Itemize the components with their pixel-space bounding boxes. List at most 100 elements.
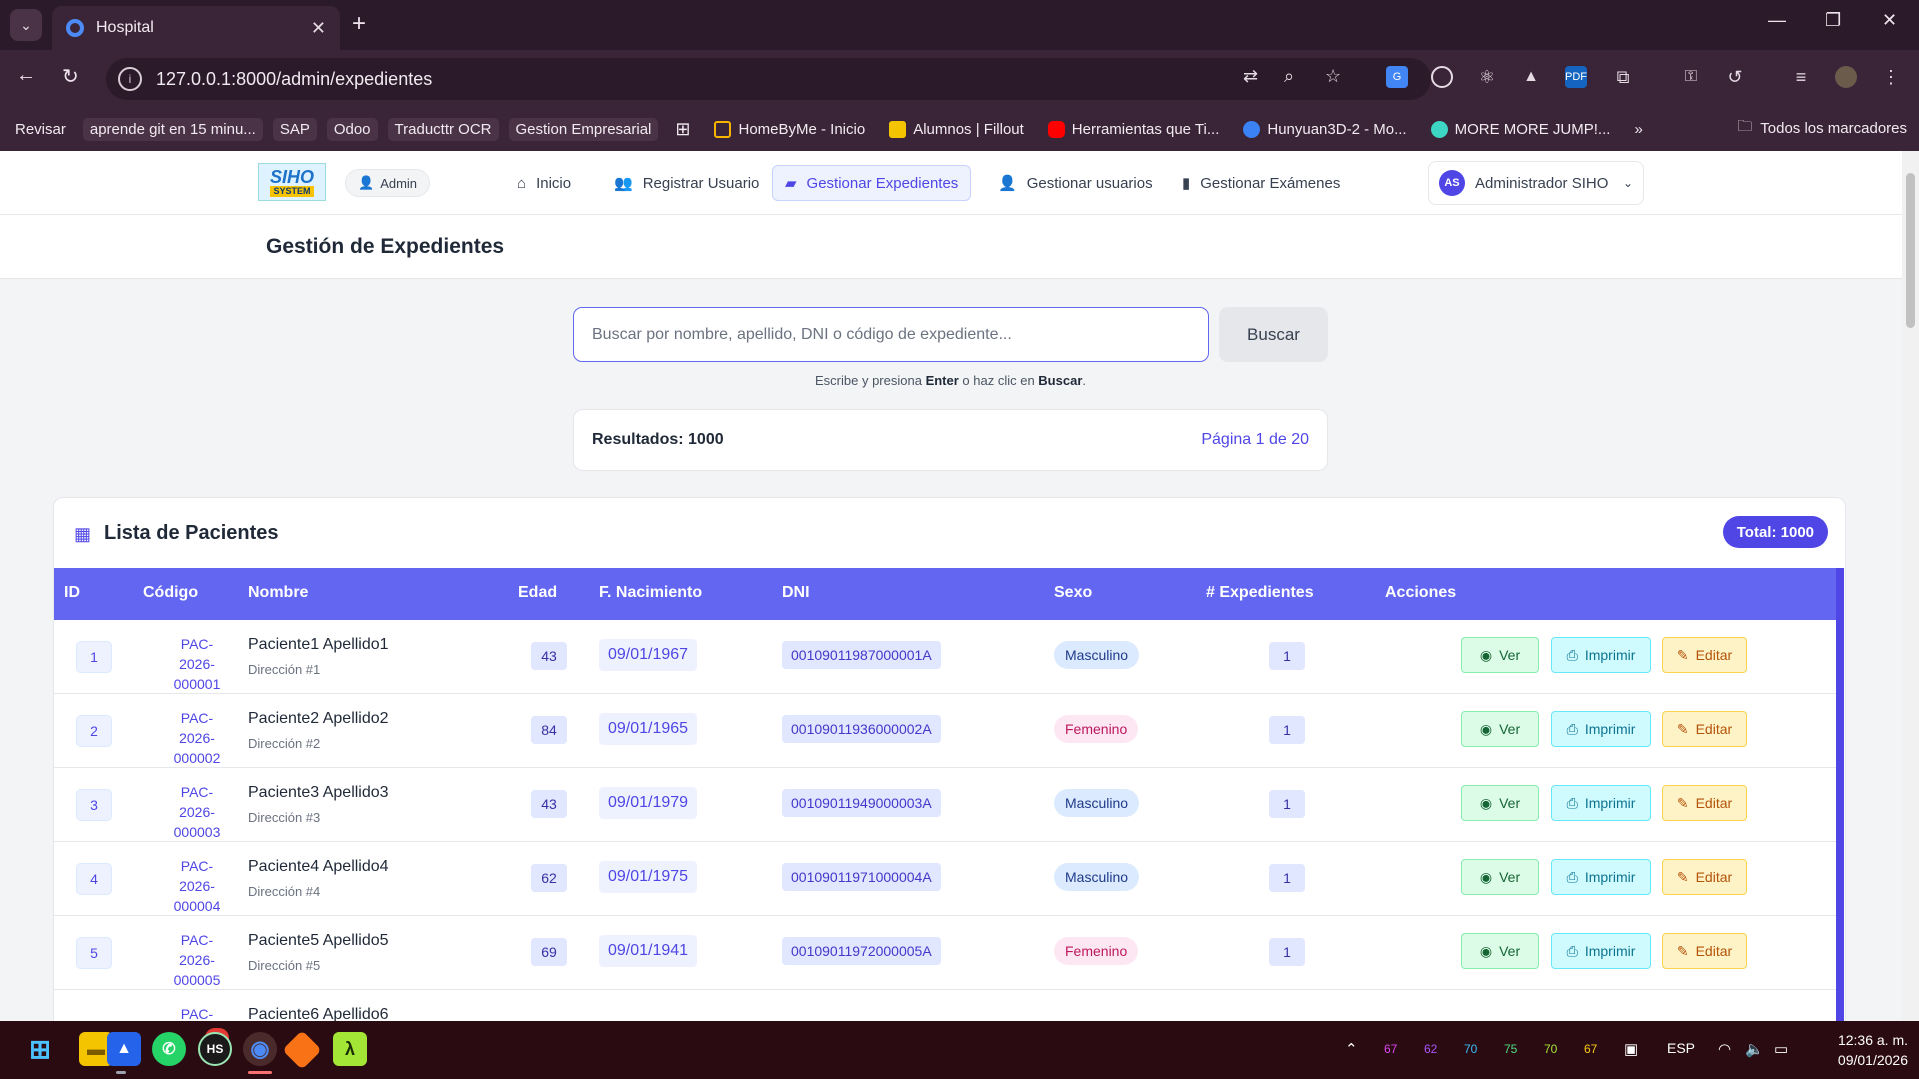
new-tab-button[interactable]: + bbox=[352, 10, 366, 38]
user-menu[interactable]: AS Administrador SIHO ⌄ bbox=[1428, 161, 1644, 205]
edit-button[interactable]: ✎ Editar bbox=[1662, 933, 1747, 969]
history-icon[interactable]: ↺ bbox=[1724, 66, 1746, 88]
print-button[interactable]: ⎙ Imprimir bbox=[1551, 933, 1651, 969]
reload-icon[interactable]: ↻ bbox=[62, 64, 79, 89]
bookmark-5[interactable]: Gestion Empresarial bbox=[508, 118, 659, 141]
bookmark-3[interactable]: Odoo bbox=[326, 118, 378, 141]
lambda-app-icon[interactable]: λ bbox=[333, 1032, 367, 1066]
table-scrollbar[interactable] bbox=[1836, 568, 1844, 1021]
language-indicator[interactable]: ESP bbox=[1667, 1040, 1695, 1056]
dni-badge: 00109011987000001A bbox=[782, 641, 941, 669]
translate-icon[interactable]: ⇄ bbox=[1243, 66, 1258, 87]
chrome-icon[interactable]: ◉ bbox=[243, 1032, 277, 1066]
edit-button[interactable]: ✎ Editar bbox=[1662, 711, 1747, 747]
hunyuan-icon bbox=[1243, 121, 1261, 138]
edit-button[interactable]: ✎ Editar bbox=[1662, 637, 1747, 673]
record-code[interactable]: PAC- 2026- 000004 bbox=[154, 856, 240, 916]
nav-inicio[interactable]: ⌂ Inicio bbox=[505, 165, 583, 201]
target-ext-icon[interactable] bbox=[1431, 66, 1453, 88]
close-window-icon[interactable]: ✕ bbox=[1882, 10, 1897, 31]
zoom-icon[interactable]: ⌕ bbox=[1284, 66, 1294, 87]
taskbar-clock[interactable]: 12:36 a. m. 09/01/2026 bbox=[1812, 1030, 1908, 1070]
volume-icon[interactable]: 🔈 bbox=[1745, 1040, 1764, 1058]
all-bookmarks[interactable]: 🗀 Todos los marcadores bbox=[1737, 116, 1907, 141]
card-title: Lista de Pacientes bbox=[104, 522, 279, 544]
col-id[interactable]: ID bbox=[64, 584, 80, 602]
col-edad[interactable]: Edad bbox=[518, 584, 557, 602]
print-button[interactable]: ⎙ Imprimir bbox=[1551, 785, 1651, 821]
bookmark-6[interactable]: HomeByMe - Inicio bbox=[707, 118, 872, 141]
bookmark-8[interactable]: Herramientas que Ti... bbox=[1041, 118, 1227, 141]
print-button[interactable]: ⎙ Imprimir bbox=[1551, 859, 1651, 895]
nav-registrar-usuario[interactable]: 👥 Registrar Usuario bbox=[602, 165, 771, 201]
col-expedientes[interactable]: # Expedientes bbox=[1206, 584, 1314, 602]
nav-gestionar-expedientes[interactable]: ▰ Gestionar Expedientes bbox=[772, 165, 972, 201]
siho-logo[interactable]: SIHO SYSTEM bbox=[258, 163, 326, 201]
search-button[interactable]: Buscar bbox=[1219, 307, 1328, 362]
restore-icon[interactable]: ❐ bbox=[1825, 10, 1841, 31]
view-button[interactable]: ◉ Ver bbox=[1461, 933, 1539, 969]
col-sexo[interactable]: Sexo bbox=[1054, 584, 1092, 602]
results-summary: Resultados: 1000 Página 1 de 20 bbox=[573, 409, 1328, 471]
pdf-ext-icon[interactable]: PDF bbox=[1565, 66, 1587, 88]
minimize-icon[interactable]: — bbox=[1768, 10, 1786, 31]
bookmark-10[interactable]: MORE MORE JUMP!... bbox=[1424, 118, 1618, 141]
google-translate-ext-icon[interactable]: G bbox=[1386, 66, 1408, 88]
view-button[interactable]: ◉ Ver bbox=[1461, 637, 1539, 673]
bookmark-1[interactable]: aprende git en 15 minu... bbox=[82, 118, 263, 141]
patient-name: Paciente3 Apellido3 bbox=[248, 784, 389, 801]
scrollbar-thumb[interactable] bbox=[1906, 173, 1915, 328]
print-button[interactable]: ⎙ Imprimir bbox=[1551, 637, 1651, 673]
react-ext-icon[interactable]: ⚛ bbox=[1476, 66, 1498, 88]
device-icon[interactable]: ▣ bbox=[1624, 1040, 1638, 1058]
record-code[interactable]: PAC- bbox=[154, 1004, 240, 1021]
tray-chevron-icon[interactable]: ⌃ bbox=[1345, 1040, 1358, 1058]
record-code[interactable]: PAC- 2026- 000001 bbox=[154, 634, 240, 694]
whatsapp-icon[interactable]: ✆ bbox=[152, 1032, 186, 1066]
address-bar[interactable]: i 127.0.0.1:8000/admin/expedientes bbox=[106, 58, 1431, 100]
view-button[interactable]: ◉ Ver bbox=[1461, 785, 1539, 821]
browser-tab[interactable]: Hospital ✕ bbox=[52, 6, 340, 50]
print-button[interactable]: ⎙ Imprimir bbox=[1551, 711, 1651, 747]
bookmark-4[interactable]: Traducttr OCR bbox=[387, 118, 499, 141]
edit-button[interactable]: ✎ Editar bbox=[1662, 785, 1747, 821]
bookmark-2[interactable]: SAP bbox=[272, 118, 317, 141]
nav-gestionar-usuarios[interactable]: 👤 Gestionar usuarios bbox=[986, 165, 1165, 201]
col-dni[interactable]: DNI bbox=[782, 584, 810, 602]
bookmark-0[interactable]: Revisar bbox=[8, 118, 73, 141]
nav-gestionar-examenes[interactable]: ▮ Gestionar Exámenes bbox=[1170, 165, 1352, 201]
view-button[interactable]: ◉ Ver bbox=[1461, 711, 1539, 747]
record-code[interactable]: PAC- 2026- 000003 bbox=[154, 782, 240, 842]
angular-ext-icon[interactable]: ▲ bbox=[1520, 66, 1542, 88]
windows-start-icon[interactable]: ⊞ bbox=[23, 1032, 57, 1066]
photos-icon[interactable]: ▲ bbox=[107, 1032, 141, 1066]
bookmark-7[interactable]: Alumnos | Fillout bbox=[882, 118, 1031, 141]
tab-close-icon[interactable]: ✕ bbox=[311, 18, 326, 39]
record-code[interactable]: PAC- 2026- 000005 bbox=[154, 930, 240, 990]
battery-icon[interactable]: ▭ bbox=[1774, 1040, 1788, 1058]
sex-badge: Masculino bbox=[1054, 641, 1140, 669]
record-code[interactable]: PAC- 2026- 000002 bbox=[154, 708, 240, 768]
col-nombre[interactable]: Nombre bbox=[248, 584, 308, 602]
bookmark-star-icon[interactable]: ☆ bbox=[1325, 66, 1341, 87]
col-nacimiento[interactable]: F. Nacimiento bbox=[599, 584, 702, 602]
page-scrollbar[interactable] bbox=[1902, 151, 1919, 1021]
media-icon[interactable]: ≡ bbox=[1790, 66, 1812, 88]
edit-label: Editar bbox=[1695, 721, 1733, 737]
search-input[interactable] bbox=[573, 307, 1209, 362]
profile-avatar[interactable] bbox=[1835, 66, 1857, 88]
view-button[interactable]: ◉ Ver bbox=[1461, 859, 1539, 895]
site-info-icon[interactable]: i bbox=[118, 67, 142, 91]
edit-button[interactable]: ✎ Editar bbox=[1662, 859, 1747, 895]
menu-kebab-icon[interactable]: ⋮ bbox=[1880, 66, 1902, 88]
tab-search-button[interactable]: ⌄ bbox=[10, 9, 42, 41]
bookmarks-overflow-icon[interactable]: » bbox=[1627, 118, 1649, 141]
apps-grid-icon[interactable]: ⊞ bbox=[668, 116, 697, 143]
hs-app-icon[interactable]: HS bbox=[198, 1032, 232, 1066]
col-codigo[interactable]: Código bbox=[143, 584, 198, 602]
extensions-icon[interactable]: ⧉ bbox=[1612, 66, 1634, 88]
back-icon[interactable]: ← bbox=[16, 64, 36, 87]
bookmark-9[interactable]: Hunyuan3D-2 - Mo... bbox=[1236, 118, 1413, 141]
wifi-icon[interactable]: ◠ bbox=[1718, 1040, 1731, 1058]
password-key-icon[interactable]: ⚿ bbox=[1680, 66, 1702, 88]
